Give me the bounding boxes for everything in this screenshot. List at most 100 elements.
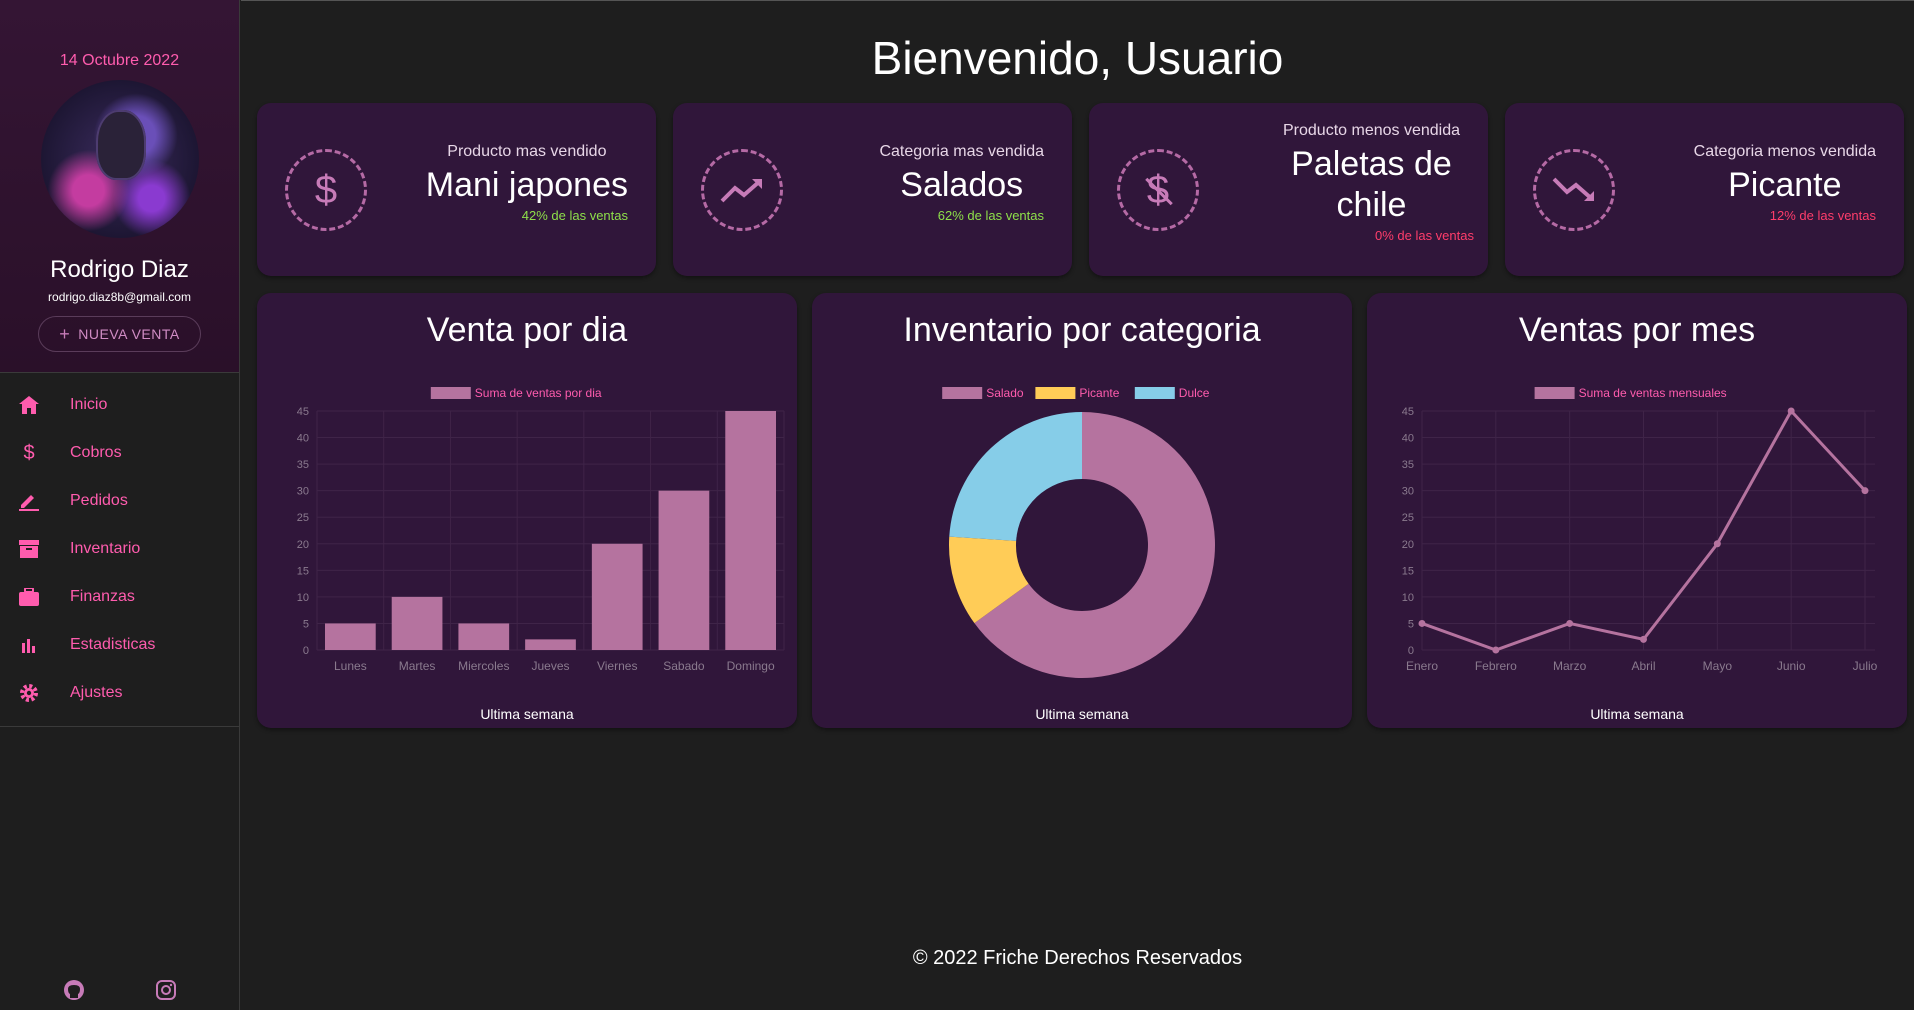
y-tick-label: 25 — [1402, 512, 1414, 524]
bar — [458, 623, 510, 650]
pie-slice — [949, 412, 1082, 541]
stat-value-line1: Paletas de — [1291, 145, 1452, 183]
no-money-icon: $ — [1117, 149, 1199, 231]
stat-percent: 62% de las ventas — [937, 207, 1044, 223]
y-tick-label: 10 — [297, 592, 309, 604]
stat-percent: 42% de las ventas — [521, 207, 628, 223]
y-tick-label: 25 — [297, 512, 309, 524]
gear-icon — [18, 682, 40, 704]
new-sale-button[interactable]: + NUEVA VENTA — [38, 316, 201, 352]
y-tick-label: 5 — [303, 618, 309, 630]
x-tick-label: Marzo — [1553, 659, 1587, 673]
sidebar-item-label: Estadisticas — [70, 636, 156, 653]
y-tick-label: 5 — [1408, 618, 1414, 630]
bar — [325, 623, 376, 650]
x-tick-label: Mayo — [1703, 659, 1733, 673]
x-tick-label: Viernes — [597, 659, 637, 673]
sidebar-item-inventario[interactable]: Inventario — [0, 525, 239, 573]
stat-value: Paletas de chile — [1283, 144, 1460, 226]
archive-icon — [18, 538, 40, 560]
stat-percent: 0% de las ventas — [1374, 227, 1474, 243]
sidebar-item-label: Inicio — [70, 396, 108, 413]
y-tick-label: 40 — [1402, 433, 1414, 445]
y-tick-label: 35 — [1402, 459, 1414, 471]
legend-swatch — [942, 387, 983, 399]
data-point — [1640, 635, 1647, 643]
x-tick-label: Abril — [1631, 659, 1655, 673]
sidebar-item-pedidos[interactable]: Pedidos — [0, 477, 239, 525]
chart-footer: Ultima semana — [480, 706, 574, 722]
y-tick-label: 45 — [297, 406, 309, 418]
data-point — [1492, 646, 1500, 654]
sidebar-item-estadisticas[interactable]: Estadisticas — [0, 621, 239, 669]
main-content: Bienvenido, Usuario $ Producto mas vendi… — [241, 0, 1914, 1010]
current-date: 14 Octubre 2022 — [59, 52, 180, 69]
page-title: Bienvenido, Usuario — [871, 32, 1284, 84]
stat-subtitle: Producto mas vendido — [447, 143, 607, 160]
x-tick-label: Enero — [1406, 659, 1438, 673]
x-tick-label: Lunes — [334, 659, 367, 673]
avatar[interactable] — [40, 80, 199, 238]
stat-card-best-category: Categoria mas vendida Salados 62% de las… — [673, 103, 1072, 276]
x-tick-label: Febrero — [1475, 659, 1517, 673]
y-tick-label: 20 — [297, 539, 309, 551]
legend-label: Dulce — [1179, 386, 1210, 400]
data-point — [1566, 619, 1574, 627]
chart-card-monthly: Ventas por mes Suma de ventas mensuales 0… — [1367, 293, 1907, 728]
legend-swatch — [1035, 387, 1076, 399]
bar — [658, 490, 710, 650]
sidebar-item-finanzas[interactable]: Finanzas — [0, 573, 239, 621]
legend-swatch — [1134, 387, 1175, 399]
sidebar-item-inicio[interactable]: Inicio — [0, 381, 239, 429]
y-tick-label: 10 — [1402, 592, 1414, 604]
chart-card-daily: Venta por dia Suma de ventas por dia 0 5 10… — [257, 293, 797, 728]
stat-subtitle: Producto menos vendida — [1283, 122, 1460, 139]
bar-chart: Suma de ventas por dia 0 5 10 15 20 25 30 35 40 45… — [297, 386, 785, 673]
bar-chart-icon — [18, 634, 40, 656]
stat-card-best-product: $ Producto mas vendido Mani japones 42% … — [257, 103, 656, 276]
trending-down-icon — [1533, 149, 1615, 231]
sidebar-item-label: Cobros — [70, 444, 122, 461]
stat-percent: 12% de las ventas — [1769, 207, 1876, 223]
x-tick-label: Martes — [399, 659, 436, 673]
bar — [591, 543, 643, 650]
stat-subtitle: Categoria menos vendida — [1693, 143, 1876, 160]
bar — [525, 639, 576, 650]
y-tick-label: 20 — [1402, 539, 1414, 551]
chart-footer: Ultima semana — [1035, 706, 1129, 722]
chart-footer: Ultima semana — [1590, 706, 1684, 722]
doughnut-chart: Salado Picante Dulce — [942, 386, 1215, 678]
plus-icon: + — [59, 323, 71, 344]
profile-panel: 14 Octubre 2022 Rodrigo Diaz rodrigo.dia… — [0, 0, 239, 373]
y-tick-label: 30 — [1402, 486, 1414, 498]
data-point — [1713, 540, 1721, 548]
new-sale-label: NUEVA VENTA — [78, 326, 180, 342]
data-point — [1418, 619, 1426, 627]
stat-subtitle: Categoria mas vendida — [879, 143, 1044, 160]
sidebar-item-cobros[interactable]: $ Cobros — [0, 429, 239, 477]
edit-icon — [18, 490, 40, 512]
x-tick-label: Julio — [1853, 659, 1878, 673]
trending-up-icon — [701, 149, 783, 231]
chart-card-category: Inventario por categoria Salado Picante Du… — [812, 293, 1352, 728]
x-tick-label: Domingo — [727, 659, 775, 673]
instagram-icon[interactable] — [154, 978, 178, 1002]
line-chart: Suma de ventas mensuales 0 5 10 15 20 25 30 35 40… — [1402, 386, 1878, 673]
user-email: rodrigo.diaz8b@gmail.com — [48, 290, 191, 304]
y-tick-label: 35 — [297, 459, 309, 471]
sidebar-nav: Inicio $ Cobros Pedidos Inventario Finan… — [0, 373, 239, 727]
github-icon[interactable] — [62, 978, 86, 1002]
sidebar-item-ajustes[interactable]: Ajustes — [0, 669, 239, 717]
x-tick-label: Miercoles — [458, 659, 509, 673]
data-point — [1787, 407, 1795, 415]
y-tick-label: 15 — [297, 565, 309, 577]
home-icon — [18, 394, 40, 416]
y-tick-label: 0 — [1408, 645, 1414, 657]
dollar-icon: $ — [285, 149, 367, 231]
y-tick-label: 30 — [297, 486, 309, 498]
stat-card-worst-product: $ Producto menos vendida Paletas de chil… — [1089, 103, 1488, 276]
bar — [391, 596, 443, 650]
dollar-icon: $ — [23, 441, 35, 464]
sidebar-item-label: Ajustes — [70, 684, 123, 701]
legend-swatch — [1534, 387, 1575, 399]
